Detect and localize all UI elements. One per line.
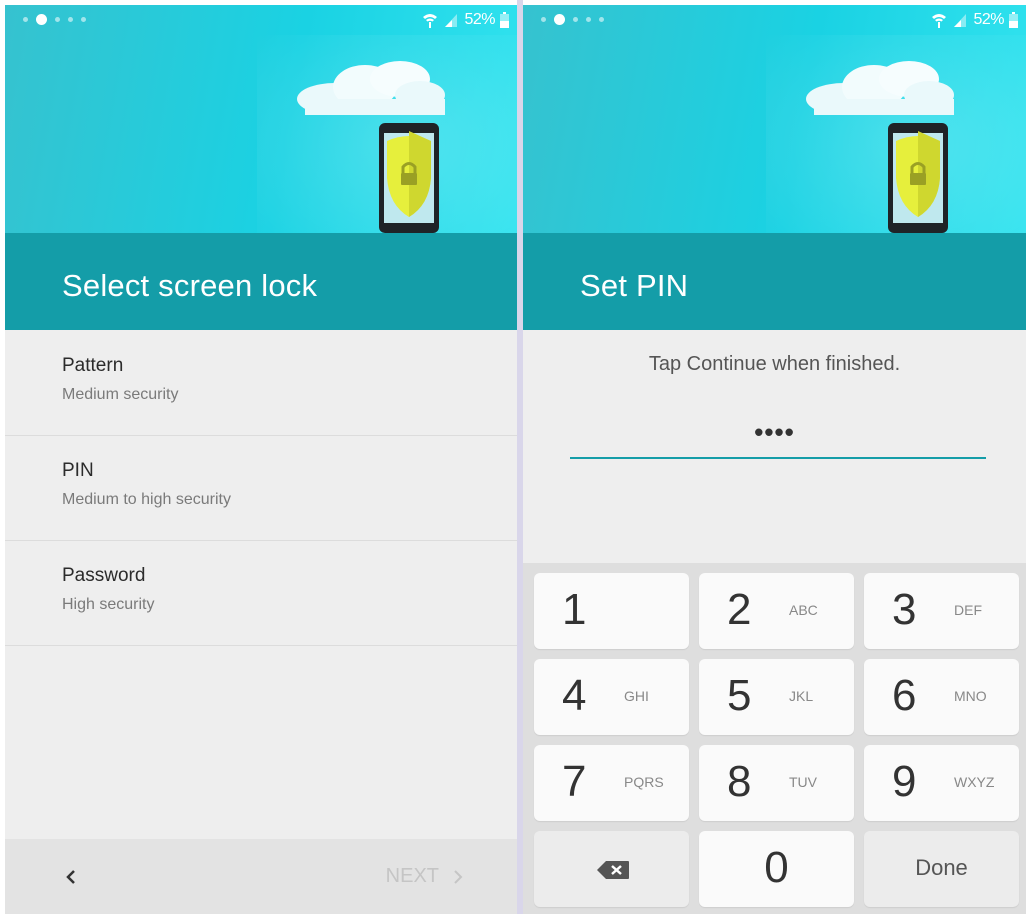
key-letters: GHI [624, 688, 649, 704]
signal-icon [954, 14, 967, 27]
status-icons: 52% [422, 11, 509, 29]
key-digit: 4 [562, 671, 587, 720]
battery-percentage: 52% [464, 11, 495, 28]
key-digit: 2 [727, 585, 752, 634]
tablet-shield-illustration [888, 123, 948, 233]
key-9[interactable]: 9 WXYZ [864, 745, 1019, 821]
numeric-keypad: 1 2 ABC 3 DEF 4 GHI 5 JKL 6 MNO 7 PQRS 8… [523, 563, 1026, 914]
option-security-level: Medium security [62, 386, 179, 403]
key-4[interactable]: 4 GHI [534, 659, 689, 735]
pin-input[interactable]: •••• [523, 417, 1026, 448]
battery-percentage: 52% [973, 11, 1004, 28]
key-3[interactable]: 3 DEF [864, 573, 1019, 649]
key-digit: 0 [764, 843, 789, 892]
status-bar: 52% [523, 5, 1026, 35]
lock-option-pin[interactable]: PIN Medium to high security [5, 436, 517, 541]
page-dot [23, 17, 28, 22]
page-dot [55, 17, 60, 22]
pin-instruction: Tap Continue when finished. [648, 353, 901, 375]
page-dot-active [554, 14, 565, 25]
header-illustration: 52% [523, 5, 1026, 233]
backspace-icon [597, 861, 629, 879]
page-indicator [23, 14, 86, 25]
key-letters: DEF [954, 602, 982, 618]
option-security-level: Medium to high security [62, 491, 231, 508]
header-illustration: 52% [5, 5, 517, 233]
done-label: Done [915, 855, 968, 880]
chevron-left-icon[interactable] [65, 868, 77, 886]
chevron-right-icon [454, 869, 463, 884]
key-digit: 6 [892, 671, 917, 720]
bottom-navigation: NEXT [5, 839, 517, 914]
option-label: Password [62, 565, 146, 586]
set-pin-screen: 52% Set PIN Tap Continue when finished. … [523, 5, 1026, 914]
select-screen-lock-screen: 52% Select screen lock Pattern Medium se… [5, 5, 517, 914]
key-letters: TUV [789, 774, 817, 790]
key-1[interactable]: 1 [534, 573, 689, 649]
cloud-illustration [297, 61, 445, 115]
done-button[interactable]: Done [864, 831, 1019, 907]
next-button[interactable]: NEXT [386, 865, 463, 888]
page-dot [599, 17, 604, 22]
backspace-key[interactable] [534, 831, 689, 907]
battery-icon [500, 12, 509, 28]
page-dot [541, 17, 546, 22]
status-icons: 52% [931, 11, 1018, 29]
page-indicator [541, 14, 604, 25]
next-label: NEXT [385, 865, 439, 887]
page-title: Select screen lock [62, 268, 318, 303]
page-dot-active [36, 14, 47, 25]
key-letters: MNO [954, 688, 987, 704]
key-0[interactable]: 0 [699, 831, 854, 907]
cloud-illustration [806, 61, 954, 115]
wifi-icon [932, 14, 947, 28]
option-label: PIN [62, 460, 94, 481]
lock-option-pattern[interactable]: Pattern Medium security [5, 331, 517, 436]
option-security-level: High security [62, 596, 155, 613]
key-letters: ABC [789, 602, 818, 618]
page-dot [573, 17, 578, 22]
tablet-shield-illustration [379, 123, 439, 233]
key-digit: 1 [562, 585, 587, 634]
signal-icon [445, 14, 458, 27]
key-digit: 7 [562, 757, 587, 806]
pin-input-underline [570, 457, 986, 459]
page-dot [586, 17, 591, 22]
key-7[interactable]: 7 PQRS [534, 745, 689, 821]
key-6[interactable]: 6 MNO [864, 659, 1019, 735]
key-letters: JKL [789, 688, 814, 704]
key-5[interactable]: 5 JKL [699, 659, 854, 735]
lock-option-password[interactable]: Password High security [5, 541, 517, 646]
key-2[interactable]: 2 ABC [699, 573, 854, 649]
wifi-icon [423, 14, 438, 28]
battery-icon [1009, 12, 1018, 28]
option-label: Pattern [62, 355, 124, 376]
key-letters: WXYZ [954, 774, 995, 790]
page-title: Set PIN [580, 268, 689, 303]
key-8[interactable]: 8 TUV [699, 745, 854, 821]
key-digit: 5 [727, 671, 752, 720]
key-digit: 3 [892, 585, 917, 634]
page-dot [68, 17, 73, 22]
key-digit: 9 [892, 757, 917, 806]
page-dot [81, 17, 86, 22]
key-letters: PQRS [624, 774, 664, 790]
status-bar: 52% [5, 5, 517, 35]
key-digit: 8 [727, 757, 752, 806]
